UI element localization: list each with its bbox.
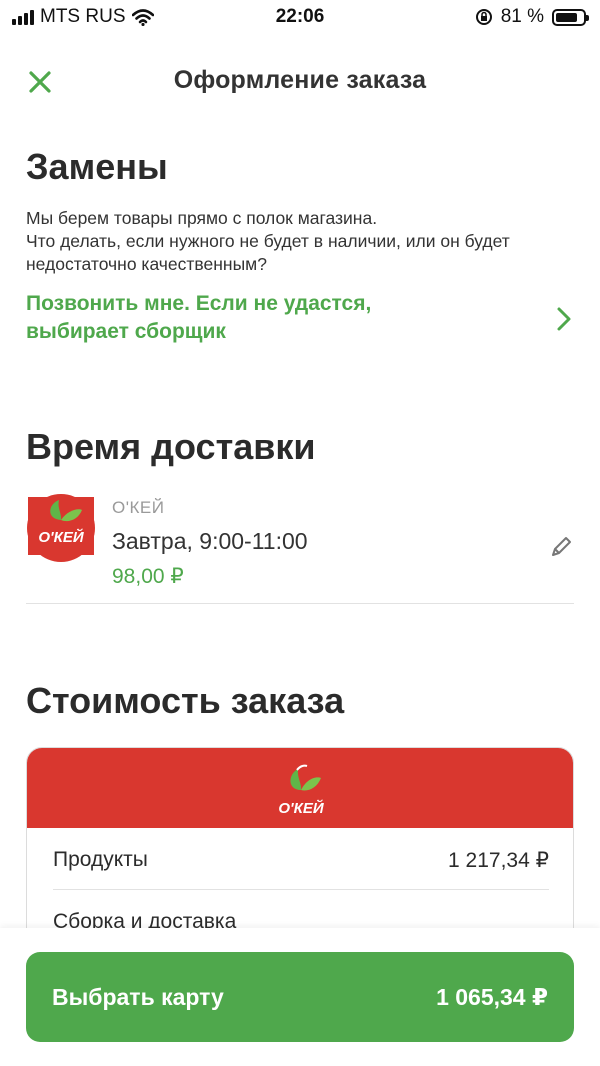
chevron-right-icon (557, 307, 571, 331)
delivery-price: 98,00 ₽ (112, 565, 184, 588)
logo-text: О'КЕЙ (278, 799, 324, 817)
store-name: О'КЕЙ (112, 498, 165, 517)
order-total: 1 065,34 ₽ (436, 984, 548, 1010)
bottom-panel: Выбрать карту 1 065,34 ₽ (0, 928, 600, 1066)
cost-heading: Стоимость заказа (26, 680, 345, 721)
status-right: 81 % (475, 6, 589, 28)
logo-text: О'КЕЙ (38, 528, 84, 546)
nav-bar: Оформление заказа (0, 52, 600, 108)
description-line-2: Что делать, если нужного не будет в нали… (26, 231, 510, 274)
delivery-slot: О'КЕЙ О'КЕЙ Завтра, 9:00-11:00 98,00 ₽ (26, 490, 574, 604)
battery-icon (552, 8, 589, 26)
replacement-option-text: Позвонить мне. Если не удастся, выбирает… (26, 290, 446, 346)
page-title: Оформление заказа (173, 66, 427, 94)
replacements-heading: Замены (26, 146, 168, 187)
replacement-option-row[interactable]: Позвонить мне. Если не удастся, выбирает… (26, 290, 576, 350)
cost-row-label: Продукты (53, 848, 148, 871)
description-line-1: Мы берем товары прямо с полок магазина. (26, 208, 378, 228)
option-line-2: выбирает сборщик (26, 320, 226, 343)
replacements-description: Мы берем товары прямо с полок магазина. … (26, 207, 566, 276)
status-bar: MTS RUS 22:06 81 % (0, 0, 600, 34)
cost-row: Продукты 1 217,34 ₽ (53, 828, 549, 890)
choose-card-label: Выбрать карту (52, 984, 224, 1010)
option-line-1: Позвонить мне. Если не удастся, (26, 292, 372, 315)
okey-logo: О'КЕЙ (27, 494, 95, 562)
battery-percent: 81 % (500, 6, 544, 27)
delivery-time: Завтра, 9:00-11:00 (112, 528, 308, 554)
cost-row-value: 1 217,34 ₽ (448, 849, 549, 872)
store-header: О'КЕЙ (27, 748, 573, 828)
okey-logo: О'КЕЙ (278, 764, 325, 817)
choose-card-button[interactable]: Выбрать карту 1 065,34 ₽ (26, 952, 574, 1042)
orientation-lock-icon (475, 9, 492, 25)
pencil-icon[interactable] (548, 534, 574, 560)
delivery-heading: Время доставки (26, 426, 316, 467)
